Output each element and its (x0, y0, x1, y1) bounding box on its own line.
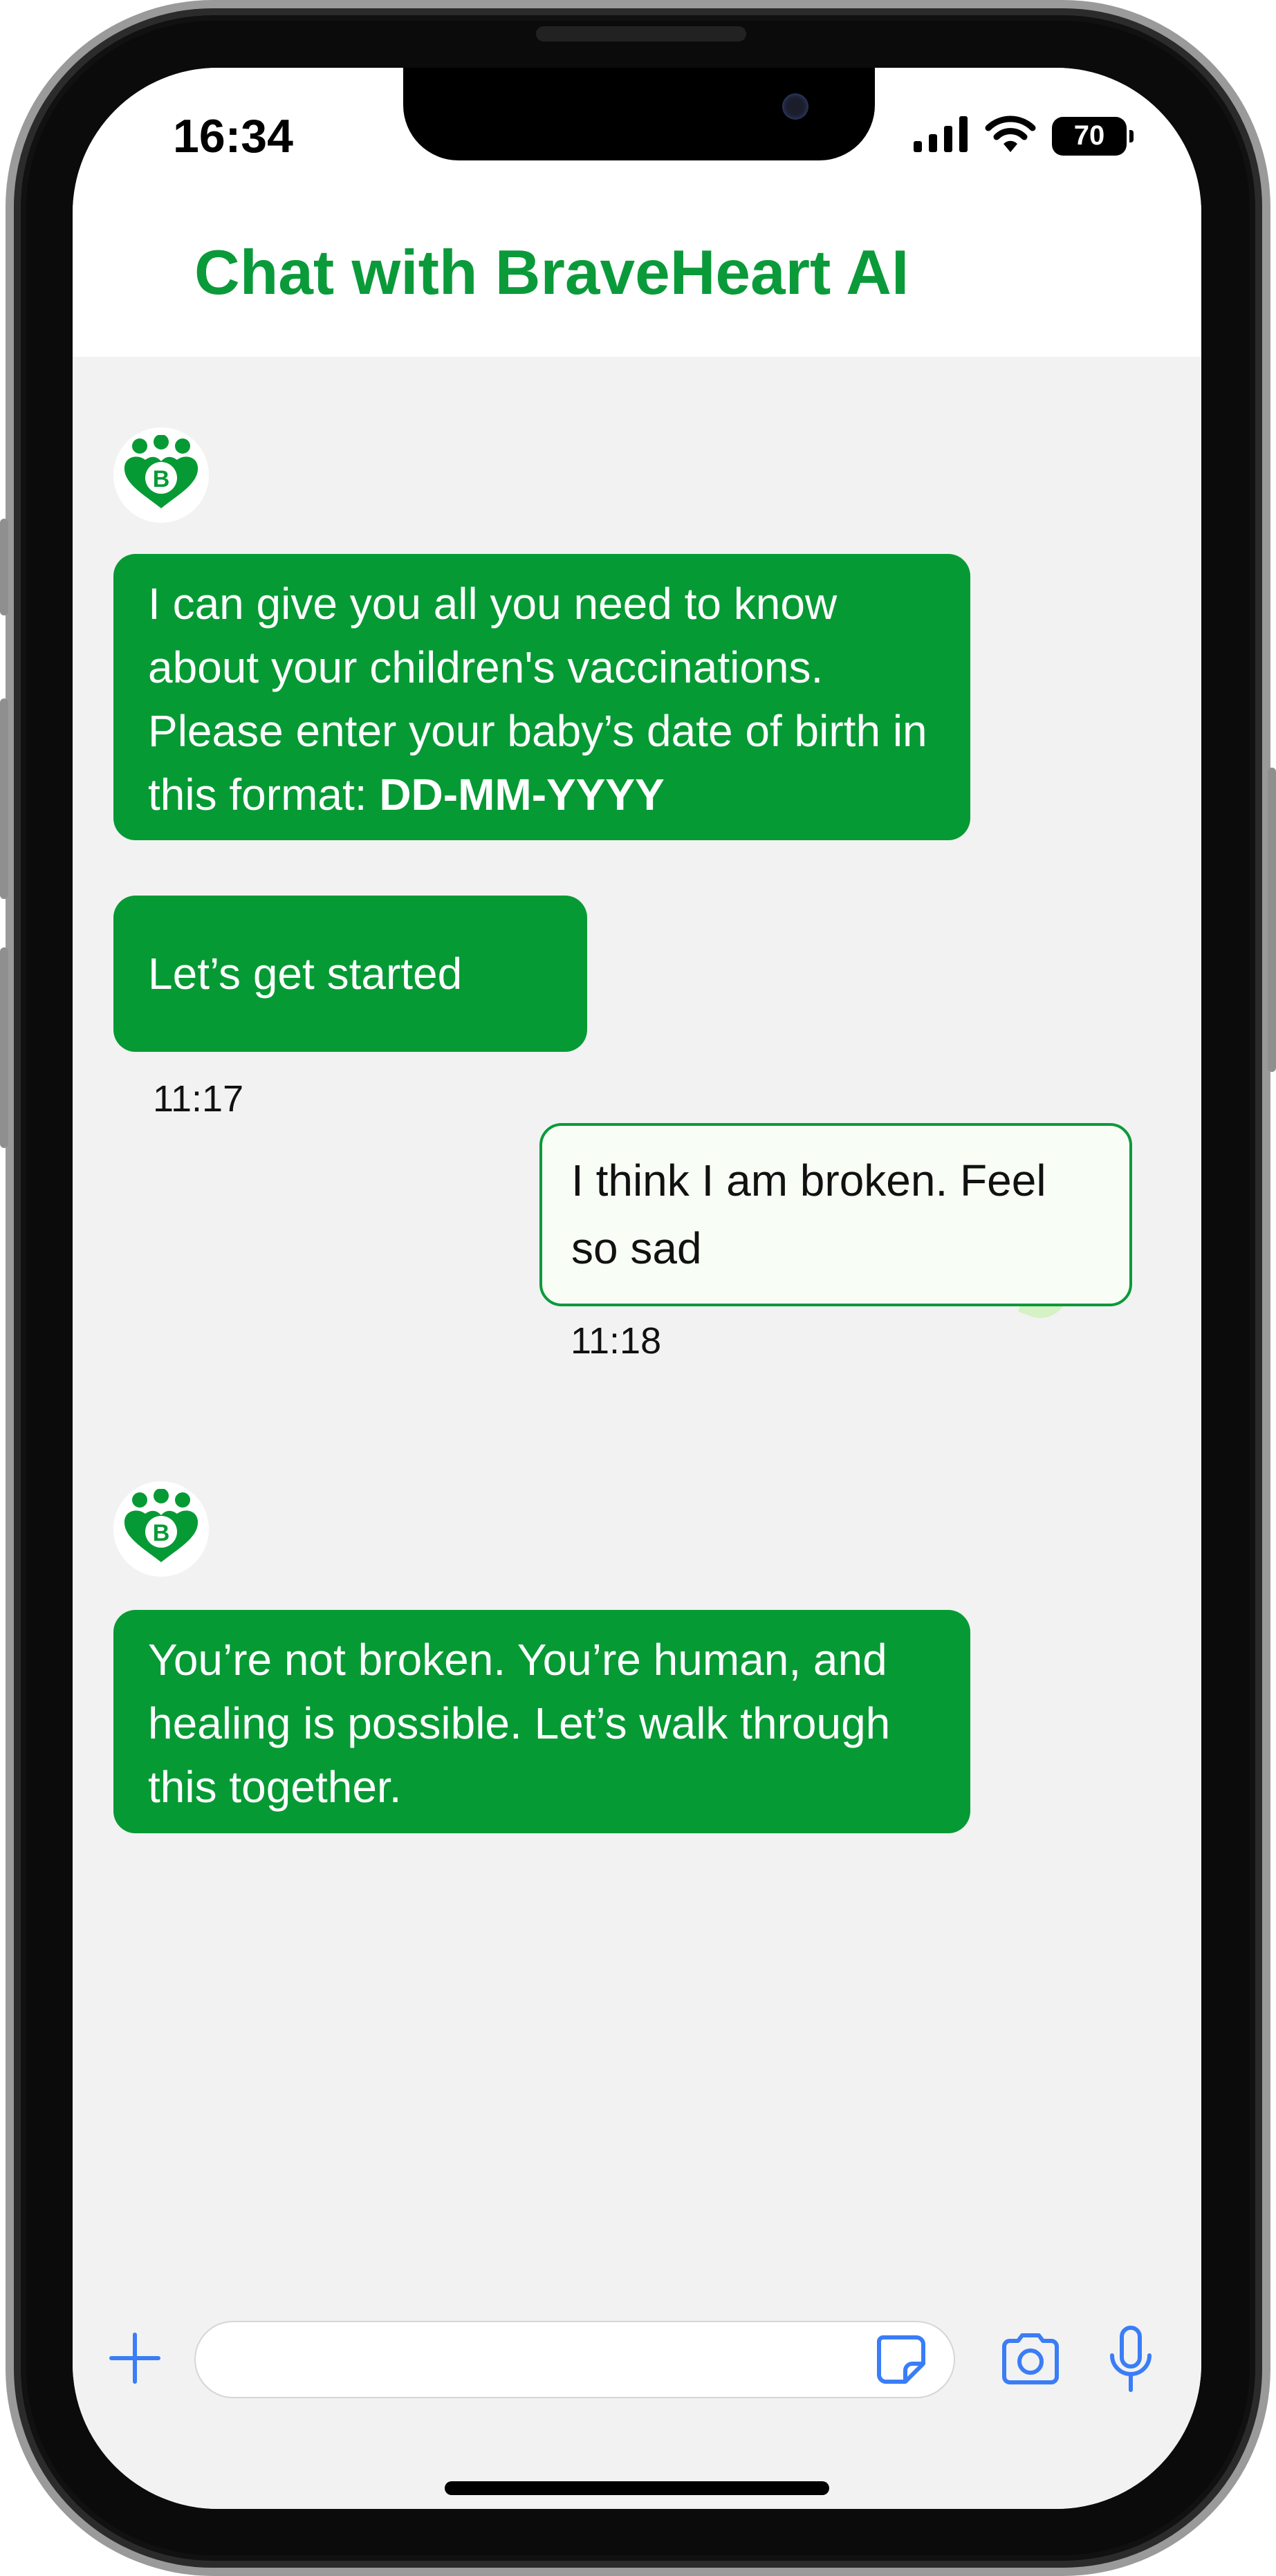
user-message-text: I think I am broken. Feel so sad (571, 1156, 1046, 1273)
camera-icon (999, 2333, 1062, 2389)
voice-record-button[interactable] (1096, 2319, 1165, 2402)
sticker-button[interactable] (868, 2328, 934, 2394)
message-timestamp: 11:17 (153, 1078, 244, 1120)
assistant-avatar: B (113, 427, 209, 523)
side-button-volume-down (0, 947, 8, 1148)
bot-message: I can give you all you need to know abou… (113, 554, 970, 840)
microphone-icon (1107, 2325, 1155, 2398)
bot-message: Let’s get started (113, 896, 587, 1052)
braveheart-logo-icon: B (118, 434, 205, 516)
page-title: Chat with BraveHeart AI (194, 238, 909, 308)
bot-message-text: Let’s get started (148, 949, 463, 999)
earpiece-speaker (536, 26, 746, 41)
bot-message: You’re not broken. You’re human, and hea… (113, 1610, 970, 1833)
bot-message-text: You’re not broken. You’re human, and hea… (148, 1635, 891, 1812)
side-button-volume-up (0, 698, 8, 899)
avatar-letter: B (153, 1520, 170, 1546)
user-message: I think I am broken. Feel so sad (539, 1123, 1132, 1306)
message-input[interactable] (194, 2321, 955, 2398)
assistant-avatar: B (113, 1481, 209, 1577)
plus-icon (107, 2331, 163, 2389)
avatar-letter: B (153, 466, 170, 492)
side-button-action (0, 519, 8, 615)
sticker-icon (875, 2333, 927, 2389)
camera-button[interactable] (992, 2322, 1069, 2398)
status-icons: 70 (914, 115, 1134, 157)
battery-icon: 70 (1052, 116, 1134, 156)
message-composer (73, 2295, 1201, 2509)
signal-icon (914, 116, 969, 156)
add-attachment-button[interactable] (100, 2325, 169, 2394)
message-timestamp: 11:18 (571, 1320, 662, 1362)
phone-screen: 16:34 70 Chat with BraveHeart AI B I can… (73, 68, 1201, 2509)
status-time: 16:34 (173, 110, 293, 163)
home-indicator[interactable] (445, 2481, 829, 2495)
date-format-hint: DD-MM-YYYY (379, 770, 665, 819)
wifi-icon (984, 115, 1037, 157)
front-camera (782, 93, 808, 120)
side-button-power (1268, 768, 1276, 1072)
notch (403, 68, 875, 160)
braveheart-logo-icon: B (118, 1488, 205, 1570)
